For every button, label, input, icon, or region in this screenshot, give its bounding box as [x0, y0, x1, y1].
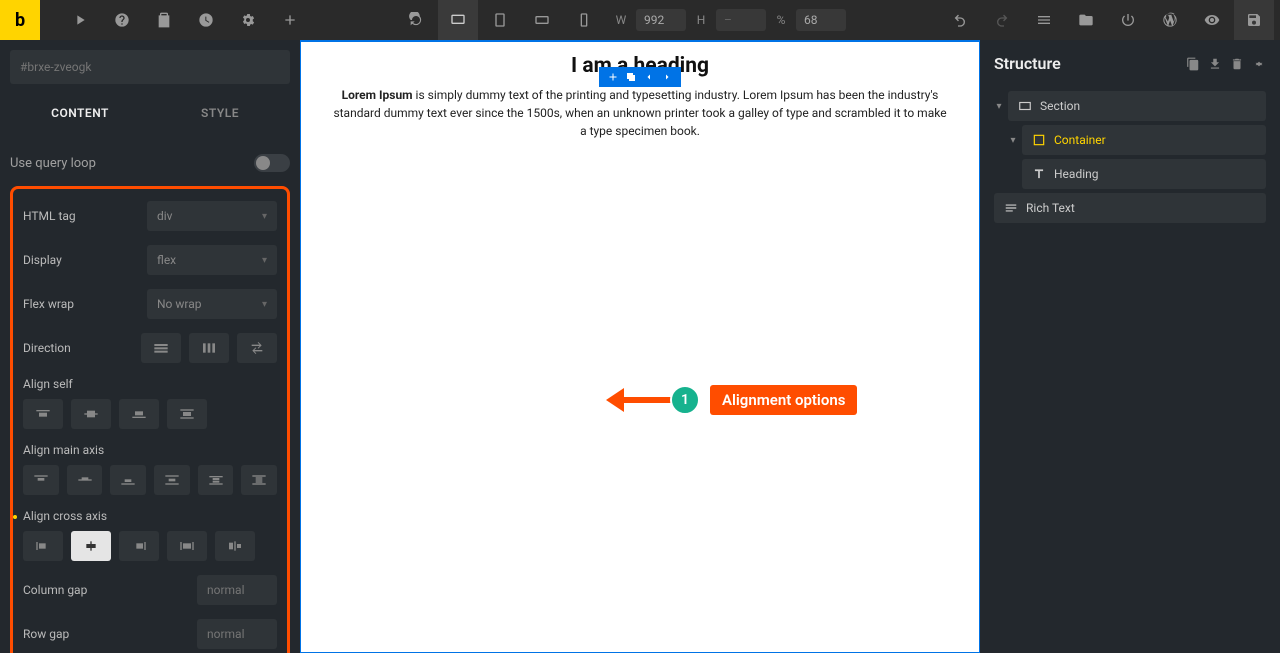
tree-container[interactable]: Container — [1022, 125, 1266, 155]
expand-container-icon[interactable]: ▾ — [1008, 135, 1018, 146]
html-tag-label: HTML tag — [23, 209, 76, 223]
element-action-bar[interactable] — [599, 67, 681, 87]
aligncross-start-icon[interactable] — [23, 531, 63, 561]
arrow-line — [624, 397, 674, 403]
tablet-icon[interactable] — [480, 0, 520, 40]
direction-row-icon[interactable] — [141, 333, 181, 363]
width-label: W — [612, 13, 630, 27]
download-icon[interactable] — [1208, 57, 1222, 71]
direction-column-icon[interactable] — [189, 333, 229, 363]
tree-richtext[interactable]: Rich Text — [994, 193, 1266, 223]
eye-icon[interactable] — [1192, 0, 1232, 40]
desktop-icon[interactable] — [438, 0, 478, 40]
html-tag-select[interactable]: div▾ — [147, 201, 277, 231]
direction-reverse-icon[interactable] — [237, 333, 277, 363]
alignmain-start-icon[interactable] — [23, 465, 59, 495]
alignmain-evenly-icon[interactable] — [241, 465, 277, 495]
tablet-landscape-icon[interactable] — [522, 0, 562, 40]
scale-label: % — [772, 13, 790, 27]
alignself-label: Align self — [23, 377, 277, 391]
alignmain-center-icon[interactable] — [67, 465, 103, 495]
scale-value[interactable]: 68 — [796, 9, 846, 31]
element-id-input[interactable] — [10, 50, 290, 84]
left-panel: CONTENT STYLE Use query loop HTML tag di… — [0, 40, 300, 653]
aligncross-center-icon[interactable] — [71, 531, 111, 561]
arrow-icon — [606, 388, 624, 412]
gear-icon[interactable] — [228, 0, 268, 40]
aligncross-end-icon[interactable] — [119, 531, 159, 561]
brand-logo: b — [0, 0, 40, 40]
rowgap-label: Row gap — [23, 627, 69, 641]
annotation-number: 1 — [670, 385, 700, 415]
rowgap-input[interactable] — [197, 619, 277, 649]
aligncross-stretch-icon[interactable] — [167, 531, 207, 561]
annotation-callout: 1 Alignment options — [606, 385, 857, 415]
trash-icon[interactable] — [1230, 57, 1244, 71]
width-value[interactable]: 992 — [636, 9, 686, 31]
direction-label: Direction — [23, 341, 71, 355]
canvas-area: I am a heading Lorem Ipsum is simply dum… — [300, 40, 980, 653]
alignmain-between-icon[interactable] — [154, 465, 190, 495]
colgap-input[interactable] — [197, 575, 277, 605]
flexwrap-label: Flex wrap — [23, 297, 74, 311]
expand-section-icon[interactable]: ▾ — [994, 101, 1004, 112]
play-icon[interactable] — [60, 0, 100, 40]
height-value[interactable]: – — [716, 9, 766, 31]
tree-section[interactable]: Section — [1008, 91, 1266, 121]
annotation-label: Alignment options — [710, 385, 857, 415]
clock-icon[interactable] — [186, 0, 226, 40]
power-icon[interactable] — [1108, 0, 1148, 40]
canvas[interactable]: I am a heading Lorem Ipsum is simply dum… — [300, 40, 980, 653]
display-label: Display — [23, 253, 62, 267]
alignmain-label: Align main axis — [23, 443, 277, 457]
add-icon[interactable] — [607, 71, 619, 83]
wordpress-icon[interactable] — [1150, 0, 1190, 40]
alignself-stretch-icon[interactable] — [167, 399, 207, 429]
query-loop-toggle[interactable] — [254, 154, 290, 172]
save-icon[interactable] — [1234, 0, 1274, 40]
help-icon[interactable] — [102, 0, 142, 40]
colgap-label: Column gap — [23, 583, 87, 597]
tree-heading[interactable]: Heading — [1022, 159, 1266, 189]
canvas-text[interactable]: Lorem Ipsum is simply dummy text of the … — [301, 82, 979, 156]
duplicate-icon[interactable] — [625, 71, 637, 83]
aligncross-label: Align cross axis — [23, 509, 277, 523]
copy-icon[interactable] — [1186, 57, 1200, 71]
flexwrap-select[interactable]: No wrap▾ — [147, 289, 277, 319]
alignself-center-icon[interactable] — [71, 399, 111, 429]
height-label: H — [692, 13, 710, 27]
folder-icon[interactable] — [1066, 0, 1106, 40]
alignself-end-icon[interactable] — [119, 399, 159, 429]
aligncross-baseline-icon[interactable] — [215, 531, 255, 561]
tab-style[interactable]: STYLE — [150, 94, 290, 132]
clipboard-icon[interactable] — [144, 0, 184, 40]
alignment-options-box: HTML tag div▾ Display flex▾ Flex wrap No… — [10, 186, 290, 653]
structure-panel: Structure ▾ Section ▾ — [980, 40, 1280, 653]
alignmain-around-icon[interactable] — [198, 465, 234, 495]
alignself-start-icon[interactable] — [23, 399, 63, 429]
collapse-icon[interactable] — [1252, 57, 1266, 71]
list-icon[interactable] — [1024, 0, 1064, 40]
undo-icon[interactable] — [940, 0, 980, 40]
refresh-icon[interactable] — [396, 0, 436, 40]
move-right-icon[interactable] — [661, 71, 673, 83]
move-left-icon[interactable] — [643, 71, 655, 83]
redo-icon[interactable] — [982, 0, 1022, 40]
structure-title: Structure — [994, 54, 1061, 73]
mobile-icon[interactable] — [564, 0, 604, 40]
alignmain-end-icon[interactable] — [110, 465, 146, 495]
tab-content[interactable]: CONTENT — [10, 94, 150, 132]
plus-icon[interactable] — [270, 0, 310, 40]
display-select[interactable]: flex▾ — [147, 245, 277, 275]
query-loop-label: Use query loop — [10, 156, 96, 171]
top-toolbar: b W 992 H – % 68 — [0, 0, 1280, 40]
